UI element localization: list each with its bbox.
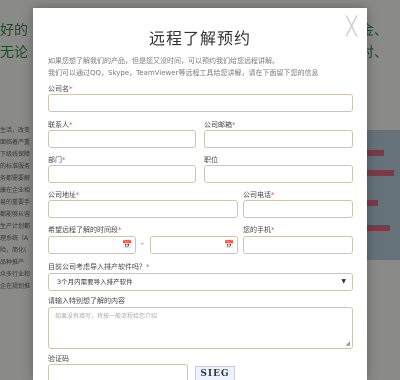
appointment-modal: 远程了解预约 ╳ 如果您想了解我们的产品，但是您又没时间，可以预约我们给您远程讲… <box>33 8 367 380</box>
resize-grip-icon[interactable]: ◢ <box>345 340 350 347</box>
department-label: 部门* <box>48 156 66 164</box>
intro-line-1: 如果您想了解我们的产品，但是您又没时间，可以预约我们给您远程讲解。 <box>48 57 279 65</box>
department-input[interactable] <box>48 165 196 183</box>
import-plan-select[interactable]: 3个月内需要导入排产软件 ▼ <box>48 273 353 291</box>
captcha-label: 验证码 <box>48 355 69 363</box>
import-plan-selected: 3个月内需要导入排产软件 <box>57 278 133 286</box>
modal-intro: 如果您想了解我们的产品，但是您又没时间，可以预约我们给您远程讲解。 我们可以通过… <box>48 55 358 79</box>
contact-label: 联系人* <box>48 121 73 129</box>
details-label: 请输入特别想了解的内容 <box>48 297 125 305</box>
import-question-label: 目前公司考虑导入排产软件吗？* <box>48 263 150 271</box>
modal-title: 远程了解预约 <box>148 29 251 48</box>
details-placeholder: 如果没有填写，将按一般流程给您介绍 <box>55 313 158 320</box>
captcha-input[interactable] <box>48 364 188 380</box>
intro-line-2: 我们可以通过QQ，Skype，TeamViewer等远程工具给您讲解，请在下面留… <box>48 69 319 77</box>
contact-input[interactable] <box>48 130 196 148</box>
position-label: 职位 <box>204 156 218 164</box>
company-address-input[interactable] <box>48 200 238 218</box>
calendar-icon[interactable]: 📅 <box>224 241 234 249</box>
captcha-image[interactable]: SIEG <box>195 366 235 380</box>
chevron-down-icon: ▼ <box>341 278 346 285</box>
company-email-label: 公司邮箱* <box>204 121 236 129</box>
company-phone-label: 公司电话* <box>243 191 275 199</box>
company-name-input[interactable] <box>48 94 353 112</box>
position-input[interactable] <box>204 165 353 183</box>
company-phone-input[interactable] <box>243 200 353 218</box>
company-name-label: 公司名* <box>48 85 73 93</box>
company-email-input[interactable] <box>204 130 353 148</box>
preferred-time-label: 希望远程了解的时间段* <box>48 226 122 234</box>
mobile-input[interactable] <box>243 236 353 254</box>
date-separator: - <box>141 239 144 248</box>
time-start-input[interactable]: 📅 <box>48 236 136 254</box>
mobile-label: 您的手机* <box>243 226 275 234</box>
calendar-icon[interactable]: 📅 <box>122 241 132 249</box>
time-end-input[interactable]: 📅 <box>150 236 238 254</box>
details-textarea[interactable]: 如果没有填写，将按一般流程给您介绍 ◢ <box>48 307 353 349</box>
close-icon[interactable]: ╳ <box>346 16 357 37</box>
company-address-label: 公司地址* <box>48 191 80 199</box>
